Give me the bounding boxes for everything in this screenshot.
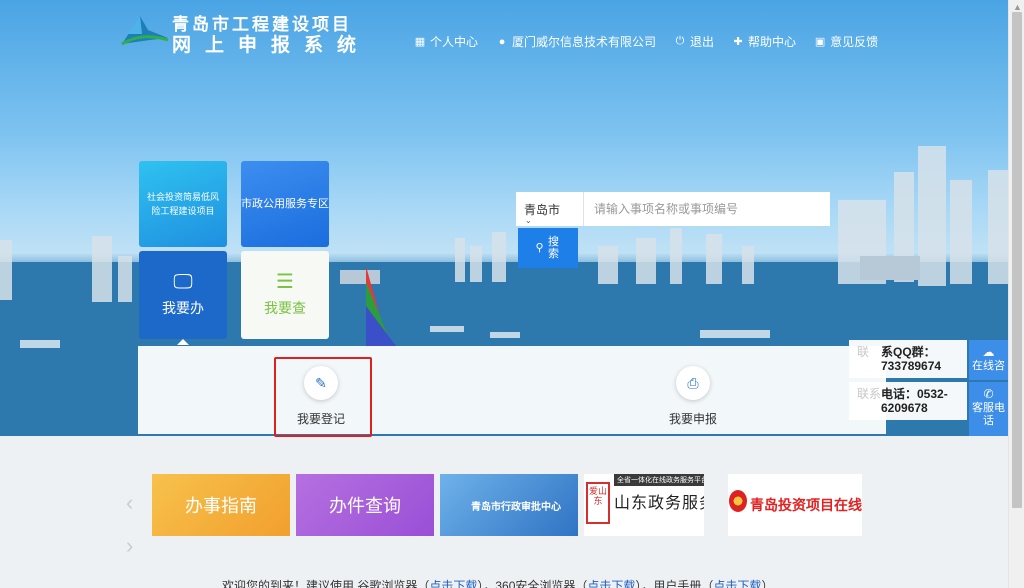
nav-feedback[interactable]: ▣ 意见反馈 <box>814 33 878 50</box>
shandong-seal-logo: 爱山东 <box>586 482 610 524</box>
footer-text: 欢迎您的到来！建议使用 谷歌浏览器（ <box>222 579 430 588</box>
register-label: 我要登记 <box>297 412 346 426</box>
site-logo[interactable]: 青岛市工程建设项目 网上申报系统 <box>120 10 380 56</box>
feedback-icon: ▣ <box>814 36 826 48</box>
user-icon: ● <box>498 35 506 48</box>
tile-municipal-service[interactable]: 市政公用服务专区 <box>241 161 329 247</box>
tile-i-want-to-do[interactable]: 🖵 我要办 <box>139 251 227 339</box>
carousel-next-icon[interactable]: › <box>126 533 133 559</box>
logo-mark-icon <box>121 16 169 46</box>
power-icon: ⏻ <box>675 35 685 47</box>
shandong-subtitle: 全省一体化在线政务服务平台 <box>614 474 704 486</box>
banner-shandong-gov[interactable]: 爱山东 全省一体化在线政务服务平台 山东政务服务 <box>584 474 704 536</box>
nav-label: 厦门威尔信息技术有限公司 <box>512 35 657 49</box>
city-value: 青岛市 <box>524 202 561 217</box>
banner-service-guide[interactable]: 办事指南 <box>152 474 290 536</box>
search-bar: 青岛市 ⌄ <box>516 192 830 226</box>
nav-label: 意见反馈 <box>830 35 879 49</box>
search-button-label: 搜索 <box>548 236 560 260</box>
help-icon: ✚ <box>733 36 743 48</box>
nav-company-account[interactable]: ● 厦门威尔信息技术有限公司 <box>496 33 656 50</box>
national-emblem-icon <box>729 490 747 512</box>
footer-text: ），用户手册（ <box>635 579 714 588</box>
download-chrome-link[interactable]: 点击下载 <box>429 579 477 588</box>
banner-case-query[interactable]: 办件查询 <box>296 474 434 536</box>
phone-text: 电话：0532-6209678 <box>881 387 948 415</box>
qq-group-text: 系QQ群：733789674 <box>881 345 942 373</box>
hotline-label: 客服电话 <box>972 402 1005 427</box>
search-list-icon: ☰ <box>276 271 294 293</box>
nav-logout[interactable]: ⏻ 退出 <box>674 33 714 50</box>
nav-label: 帮助中心 <box>748 35 797 49</box>
scroll-up-icon[interactable]: ▲ <box>1013 2 1022 12</box>
grid-icon: ▦ <box>414 36 426 48</box>
download-manual-link[interactable]: 点击下载 <box>713 579 761 588</box>
banner-investment-platform[interactable]: 青岛投资项目在线审批监管平台 <box>728 474 862 536</box>
search-input[interactable] <box>584 192 830 226</box>
nav-help-center[interactable]: ✚ 帮助中心 <box>732 33 796 50</box>
active-tile-pointer <box>177 339 189 345</box>
online-consult-button[interactable]: ☁ 在线咨 <box>969 340 1008 380</box>
nav-label: 退出 <box>690 35 715 49</box>
search-button[interactable]: ⚲ 搜索 <box>518 228 578 268</box>
platform-title: 青岛投资项目在线审批监管平台 <box>750 497 862 513</box>
nav-label: 个人中心 <box>430 35 479 49</box>
tile-label: 我要办 <box>162 300 204 316</box>
tile-i-want-to-check[interactable]: ☰ 我要查 <box>241 251 329 339</box>
hotline-button[interactable]: ✆ 客服电话 <box>969 382 1008 436</box>
doc-upload-icon: ⎙ <box>676 366 710 400</box>
carousel-prev-icon[interactable]: ‹ <box>126 490 133 516</box>
download-360-link[interactable]: 点击下载 <box>587 579 635 588</box>
search-icon: ⚲ <box>535 242 544 254</box>
tile-label: 我要查 <box>264 300 306 316</box>
top-nav: ▦ 个人中心 ● 厦门威尔信息技术有限公司 ⏻ 退出 ✚ 帮助中心 ▣ 意见反馈 <box>414 33 878 50</box>
tile-social-investment[interactable]: 社会投资简易低风险工程建设项目 <box>139 161 227 247</box>
qq-group-card: 联 系QQ群：733789674 <box>849 340 967 378</box>
declare-label: 我要申报 <box>669 412 718 426</box>
footer-browser-notice: 欢迎您的到来！建议使用 谷歌浏览器（点击下载），360安全浏览器（点击下载），用… <box>222 577 773 588</box>
online-consult-label: 在线咨 <box>972 360 1005 372</box>
page-scrollbar[interactable]: ▲ <box>1008 0 1024 588</box>
faded-label: 联系 <box>857 387 882 401</box>
city-select[interactable]: 青岛市 ⌄ <box>516 192 584 226</box>
phone-card: 联系 电话：0532-6209678 <box>849 382 967 420</box>
monitor-icon: 🖵 <box>173 271 193 293</box>
footer-text: ），360安全浏览器（ <box>477 579 588 588</box>
phone-icon: ✆ <box>983 387 994 401</box>
action-panel <box>138 346 886 434</box>
banner-approval-center[interactable]: 青岛市行政审批中心 <box>440 474 578 536</box>
shandong-title: 山东政务服务 <box>614 495 704 512</box>
chat-icon: ☁ <box>982 345 995 359</box>
declare-button[interactable]: ⎙ 我要申报 <box>669 366 717 427</box>
scroll-thumb[interactable] <box>1012 12 1022 508</box>
logo-subtitle: 网上申报系统 <box>172 35 371 56</box>
chevron-down-icon: ⌄ <box>525 216 532 225</box>
nav-personal-center[interactable]: ▦ 个人中心 <box>414 33 478 50</box>
edit-doc-icon: ✎ <box>304 366 338 400</box>
faded-label: 联 <box>857 345 870 359</box>
footer-text: ） <box>761 579 774 588</box>
register-button[interactable]: ✎ 我要登记 <box>297 366 345 427</box>
